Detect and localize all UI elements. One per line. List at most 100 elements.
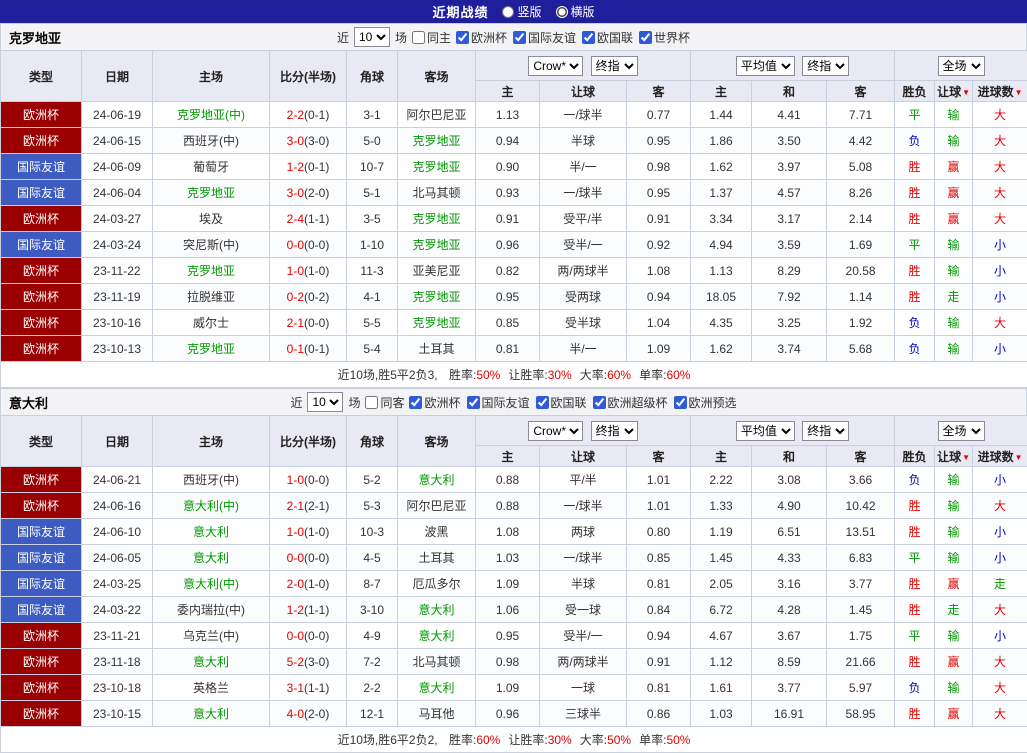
home-team-name: 拉脱维亚 (187, 290, 235, 304)
score: 0-0(0-0) (270, 545, 347, 571)
col-handicap-result[interactable]: 让球▼ (935, 81, 973, 102)
fulltime-score: 4-0 (287, 707, 304, 721)
asian-stage-select[interactable]: 终指 (591, 56, 638, 76)
league-filter-checkbox[interactable] (674, 396, 687, 409)
league-filter-checkbox[interactable] (639, 31, 652, 44)
league-badge: 国际友谊 (1, 180, 82, 206)
away-team: 意大利 (398, 597, 476, 623)
away-team-name: 厄瓜多尔 (412, 577, 460, 591)
result-outcome: 平 (895, 232, 935, 258)
scope-select[interactable]: 全场 (938, 421, 985, 441)
league-filter[interactable]: 欧洲杯 (409, 394, 460, 411)
away-team: 厄瓜多尔 (398, 571, 476, 597)
avg-select[interactable]: 平均值 (736, 56, 795, 76)
same-venue-checkbox[interactable] (412, 31, 425, 44)
col-handicap-result[interactable]: 让球▼ (935, 446, 973, 467)
match-row: 欧洲杯23-11-22克罗地亚1-0(1-0)11-3亚美尼亚0.82两/两球半… (1, 258, 1027, 284)
score: 0-0(0-0) (270, 232, 347, 258)
league-filter[interactable]: 欧洲超级杯 (593, 394, 668, 411)
result-outcome: 平 (895, 102, 935, 128)
match-count-select[interactable]: 10 (354, 27, 390, 47)
away-team: 北马其顿 (398, 649, 476, 675)
away-team: 克罗地亚 (398, 128, 476, 154)
halftime-score: (0-0) (304, 238, 329, 252)
home-team: 意大利(中) (153, 493, 270, 519)
league-filter[interactable]: 欧洲预选 (674, 394, 737, 411)
match-row: 国际友谊24-03-24突尼斯(中)0-0(0-0)1-10克罗地亚0.96受半… (1, 232, 1027, 258)
league-filter-checkbox[interactable] (582, 31, 595, 44)
euro-draw-odds: 3.16 (752, 571, 827, 597)
asian-handicap: 两/两球半 (540, 258, 627, 284)
same-venue-checkbox[interactable] (365, 396, 378, 409)
result-goals: 小 (973, 284, 1027, 310)
league-filter-checkbox[interactable] (467, 396, 480, 409)
match-date: 23-11-19 (82, 284, 153, 310)
league-filter-checkbox[interactable] (513, 31, 526, 44)
asian-home-odds: 0.82 (476, 258, 540, 284)
league-filter[interactable]: 欧国联 (536, 394, 587, 411)
same-venue-filter[interactable]: 同客 (365, 394, 404, 411)
layout-vertical-radio[interactable] (502, 6, 514, 18)
asian-handicap: 两/两球半 (540, 649, 627, 675)
home-team-name: 突尼斯(中) (183, 238, 239, 252)
league-badge: 欧洲杯 (1, 206, 82, 232)
league-filter-checkbox[interactable] (409, 396, 422, 409)
col-goals-result[interactable]: 进球数▼ (973, 81, 1027, 102)
euro-draw-odds: 8.59 (752, 649, 827, 675)
result-outcome: 负 (895, 675, 935, 701)
bookmaker-select[interactable]: Crow* (528, 421, 583, 441)
asian-home-odds: 0.95 (476, 284, 540, 310)
layout-horizontal-radio[interactable] (556, 6, 568, 18)
euro-draw-odds: 3.17 (752, 206, 827, 232)
euro-home-odds: 1.37 (691, 180, 752, 206)
col-euro-draw: 和 (752, 81, 827, 102)
fulltime-score: 2-0 (287, 577, 304, 591)
home-team-name: 意大利 (193, 707, 229, 721)
result-handicap: 赢 (935, 154, 973, 180)
league-filter[interactable]: 世界杯 (639, 29, 690, 46)
scope-select[interactable]: 全场 (938, 56, 985, 76)
summary-stat-label: 大率: (580, 368, 607, 382)
euro-draw-odds: 3.67 (752, 623, 827, 649)
league-badge: 欧洲杯 (1, 649, 82, 675)
away-team: 阿尔巴尼亚 (398, 102, 476, 128)
asian-away-odds: 0.77 (627, 102, 691, 128)
league-filter[interactable]: 欧国联 (582, 29, 633, 46)
euro-home-odds: 2.22 (691, 467, 752, 493)
league-filter-checkbox[interactable] (536, 396, 549, 409)
same-venue-filter[interactable]: 同主 (412, 29, 451, 46)
avg-select[interactable]: 平均值 (736, 421, 795, 441)
league-filter-checkbox[interactable] (593, 396, 606, 409)
result-handicap: 输 (935, 493, 973, 519)
match-count-select[interactable]: 10 (307, 392, 343, 412)
euro-away-odds: 20.58 (827, 258, 895, 284)
match-date: 23-10-13 (82, 336, 153, 362)
euro-stage-select[interactable]: 终指 (802, 56, 849, 76)
layout-vertical-option[interactable]: 竖版 (502, 3, 541, 20)
col-goals-result[interactable]: 进球数▼ (973, 446, 1027, 467)
home-team: 埃及 (153, 206, 270, 232)
col-result: 胜负 (895, 81, 935, 102)
result-goals: 大 (973, 649, 1027, 675)
match-row: 国际友谊24-03-25意大利(中)2-0(1-0)8-7厄瓜多尔1.09半球0… (1, 571, 1027, 597)
asian-away-odds: 0.92 (627, 232, 691, 258)
euro-away-odds: 5.08 (827, 154, 895, 180)
euro-stage-select[interactable]: 终指 (802, 421, 849, 441)
league-filter[interactable]: 国际友谊 (513, 29, 576, 46)
layout-horizontal-option[interactable]: 横版 (556, 3, 595, 20)
league-filter-checkbox[interactable] (456, 31, 469, 44)
league-filter[interactable]: 欧洲杯 (456, 29, 507, 46)
asian-home-odds: 1.08 (476, 519, 540, 545)
asian-stage-select[interactable]: 终指 (591, 421, 638, 441)
result-outcome: 胜 (895, 571, 935, 597)
away-team: 意大利 (398, 623, 476, 649)
result-goals: 小 (973, 336, 1027, 362)
asian-handicap: 受平/半 (540, 206, 627, 232)
halftime-score: (0-0) (304, 629, 329, 643)
result-goals: 大 (973, 597, 1027, 623)
score: 3-0(3-0) (270, 128, 347, 154)
asian-odds-header: Crow* 终指 (476, 416, 691, 446)
bookmaker-select[interactable]: Crow* (528, 56, 583, 76)
league-filter[interactable]: 国际友谊 (467, 394, 530, 411)
away-team-name: 阿尔巴尼亚 (406, 108, 466, 122)
